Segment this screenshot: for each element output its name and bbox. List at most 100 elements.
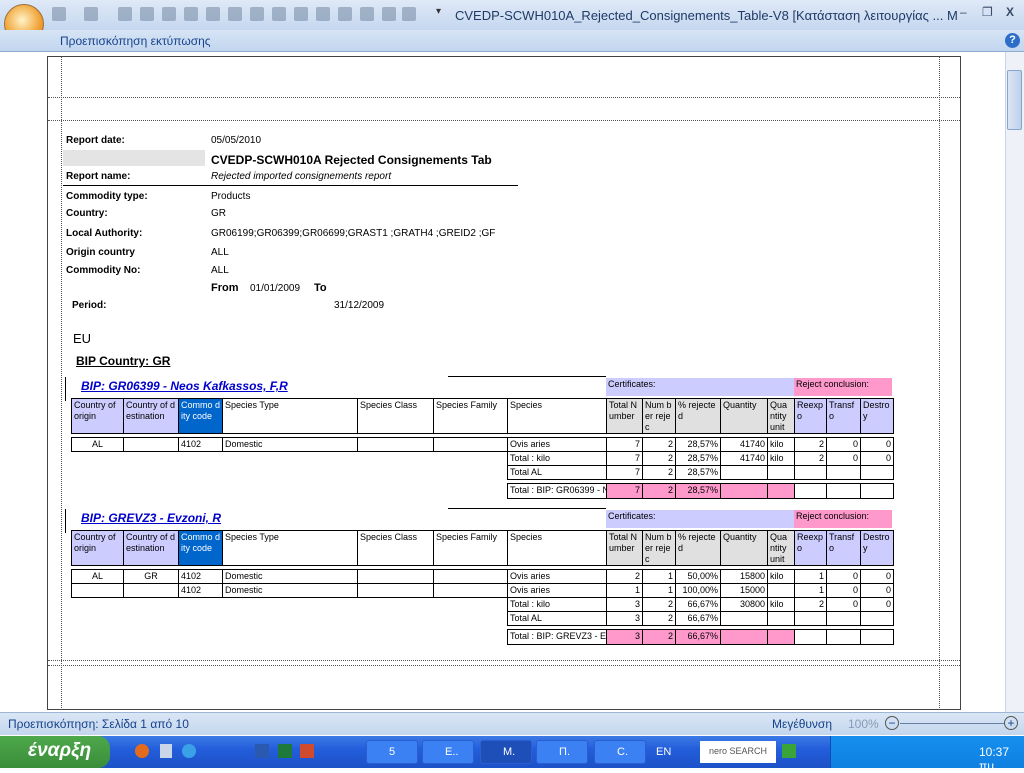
task-e[interactable]: E.. — [422, 740, 474, 764]
bip-total-cell — [826, 629, 861, 645]
scrollbar-thumb[interactable] — [1007, 70, 1022, 130]
bip-country: BIP Country: GR — [76, 354, 171, 368]
table-cell — [433, 569, 508, 584]
app-icon[interactable] — [160, 744, 172, 758]
task-c[interactable]: C. — [594, 740, 646, 764]
column-header: Species Family — [433, 530, 508, 566]
table-cell: 2 — [642, 451, 676, 466]
go-icon[interactable] — [782, 744, 796, 758]
to-label: To — [314, 282, 327, 294]
zoom-in-button[interactable]: + — [1004, 716, 1018, 730]
bip-title-link[interactable]: BIP: GR06399 - Neos Kafkassos, F,R — [81, 379, 288, 393]
field-label: Local Authority: — [66, 228, 143, 239]
table-cell: Total AL — [507, 465, 607, 480]
bip-total-cell: 2 — [642, 629, 676, 645]
field-value: Products — [211, 191, 251, 202]
ie-icon[interactable] — [182, 744, 196, 758]
table-cell: 1 — [794, 569, 827, 584]
table-cell: 0 — [860, 597, 894, 612]
table-cell: Ovis aries — [507, 437, 607, 452]
system-tray: 10:37 πμ — [830, 736, 1024, 773]
column-header: % rejected — [675, 398, 721, 434]
table-cell: Total : kilo — [507, 451, 607, 466]
field-label: Report name: — [66, 171, 131, 182]
table-cell: kilo — [767, 437, 795, 452]
column-header: Country of origin — [71, 530, 124, 566]
column-header: Species Family — [433, 398, 508, 434]
word-icon[interactable] — [255, 744, 269, 758]
bip-total-cell: 3 — [606, 629, 643, 645]
reject-conclusion-header: Reject conclusion: — [794, 510, 892, 528]
table-cell: 0 — [826, 583, 861, 598]
certificates-header: Certificates: — [606, 510, 794, 528]
table-cell: 15800 — [720, 569, 768, 584]
field-label: Report date: — [66, 135, 125, 146]
task-p[interactable]: Π. — [536, 740, 588, 764]
zoom-value[interactable]: 100% — [848, 717, 879, 731]
table-cell — [860, 465, 894, 480]
table-cell: 41740 — [720, 451, 768, 466]
task-m-active[interactable]: M. — [480, 740, 532, 764]
table-cell: 100,00% — [675, 583, 721, 598]
table-cell: 7 — [606, 437, 643, 452]
table-cell — [767, 465, 795, 480]
table-cell: 3 — [606, 597, 643, 612]
table-cell: 0 — [826, 569, 861, 584]
bip-total-cell: 66,67% — [675, 629, 721, 645]
table-cell: 2 — [642, 465, 676, 480]
table-cell: 0 — [826, 451, 861, 466]
column-header: Species — [507, 398, 607, 434]
to-date: 31/12/2009 — [334, 300, 385, 311]
table-cell: 2 — [606, 569, 643, 584]
table-cell: 66,67% — [675, 597, 721, 612]
column-header: Total Number — [606, 530, 643, 566]
close-button[interactable]: X — [1006, 5, 1014, 19]
table-cell — [794, 465, 827, 480]
table-cell: 41740 — [720, 437, 768, 452]
field-value: 05/05/2010 — [211, 135, 262, 146]
vertical-scrollbar[interactable] — [1005, 52, 1024, 712]
from-date: 01/01/2009 — [250, 283, 301, 294]
table-cell: 2 — [794, 451, 827, 466]
firefox-icon[interactable] — [135, 744, 149, 758]
table-cell: 3 — [606, 611, 643, 626]
table-cell: Domestic — [222, 437, 358, 452]
table-cell: 1 — [642, 569, 676, 584]
zoom-label: Μεγέθυνση — [772, 717, 833, 731]
zoom-slider[interactable] — [900, 723, 1004, 724]
table-cell — [71, 583, 124, 598]
column-header: % rejected — [675, 530, 721, 566]
reject-conclusion-header: Reject conclusion: — [794, 378, 892, 396]
start-button[interactable]: έναρξη — [0, 736, 110, 768]
table-cell: 28,57% — [675, 465, 721, 480]
table-cell — [860, 611, 894, 626]
table-cell: 50,00% — [675, 569, 721, 584]
task-firefox[interactable]: 5 — [366, 740, 418, 764]
powerpoint-icon[interactable] — [300, 744, 314, 758]
bip-total-cell: Total : BIP: GREVZ3 - E — [507, 629, 607, 645]
table-cell: 2 — [642, 611, 676, 626]
table-cell — [123, 437, 179, 452]
table-cell: 28,57% — [675, 437, 721, 452]
table-cell — [433, 583, 508, 598]
bip-title-link[interactable]: BIP: GREVZ3 - Evzoni, R — [81, 511, 221, 525]
table-cell: 4102 — [178, 569, 223, 584]
column-header: Destroy — [860, 398, 894, 434]
nero-search-box[interactable]: nero SEARCH — [700, 741, 776, 763]
zoom-out-button[interactable]: − — [885, 716, 899, 730]
bip-total-cell: 28,57% — [675, 483, 721, 499]
excel-icon[interactable] — [278, 744, 292, 758]
from-label: From — [211, 282, 239, 294]
bip-total-cell — [860, 629, 894, 645]
language-indicator[interactable]: EN — [656, 746, 671, 758]
table-cell: Domestic — [222, 569, 358, 584]
help-icon[interactable]: ? — [1005, 33, 1020, 48]
column-header: Qua ntity unit — [767, 398, 795, 434]
column-header: Commo dity code — [178, 530, 223, 566]
field-label: Country: — [66, 208, 108, 219]
table-cell — [123, 583, 179, 598]
status-bar: Προεπισκόπηση: Σελίδα 1 από 10 Μεγέθυνση… — [0, 712, 1024, 735]
field-label: Commodity type: — [66, 191, 148, 202]
table-cell — [767, 583, 795, 598]
certificates-header: Certificates: — [606, 378, 794, 396]
